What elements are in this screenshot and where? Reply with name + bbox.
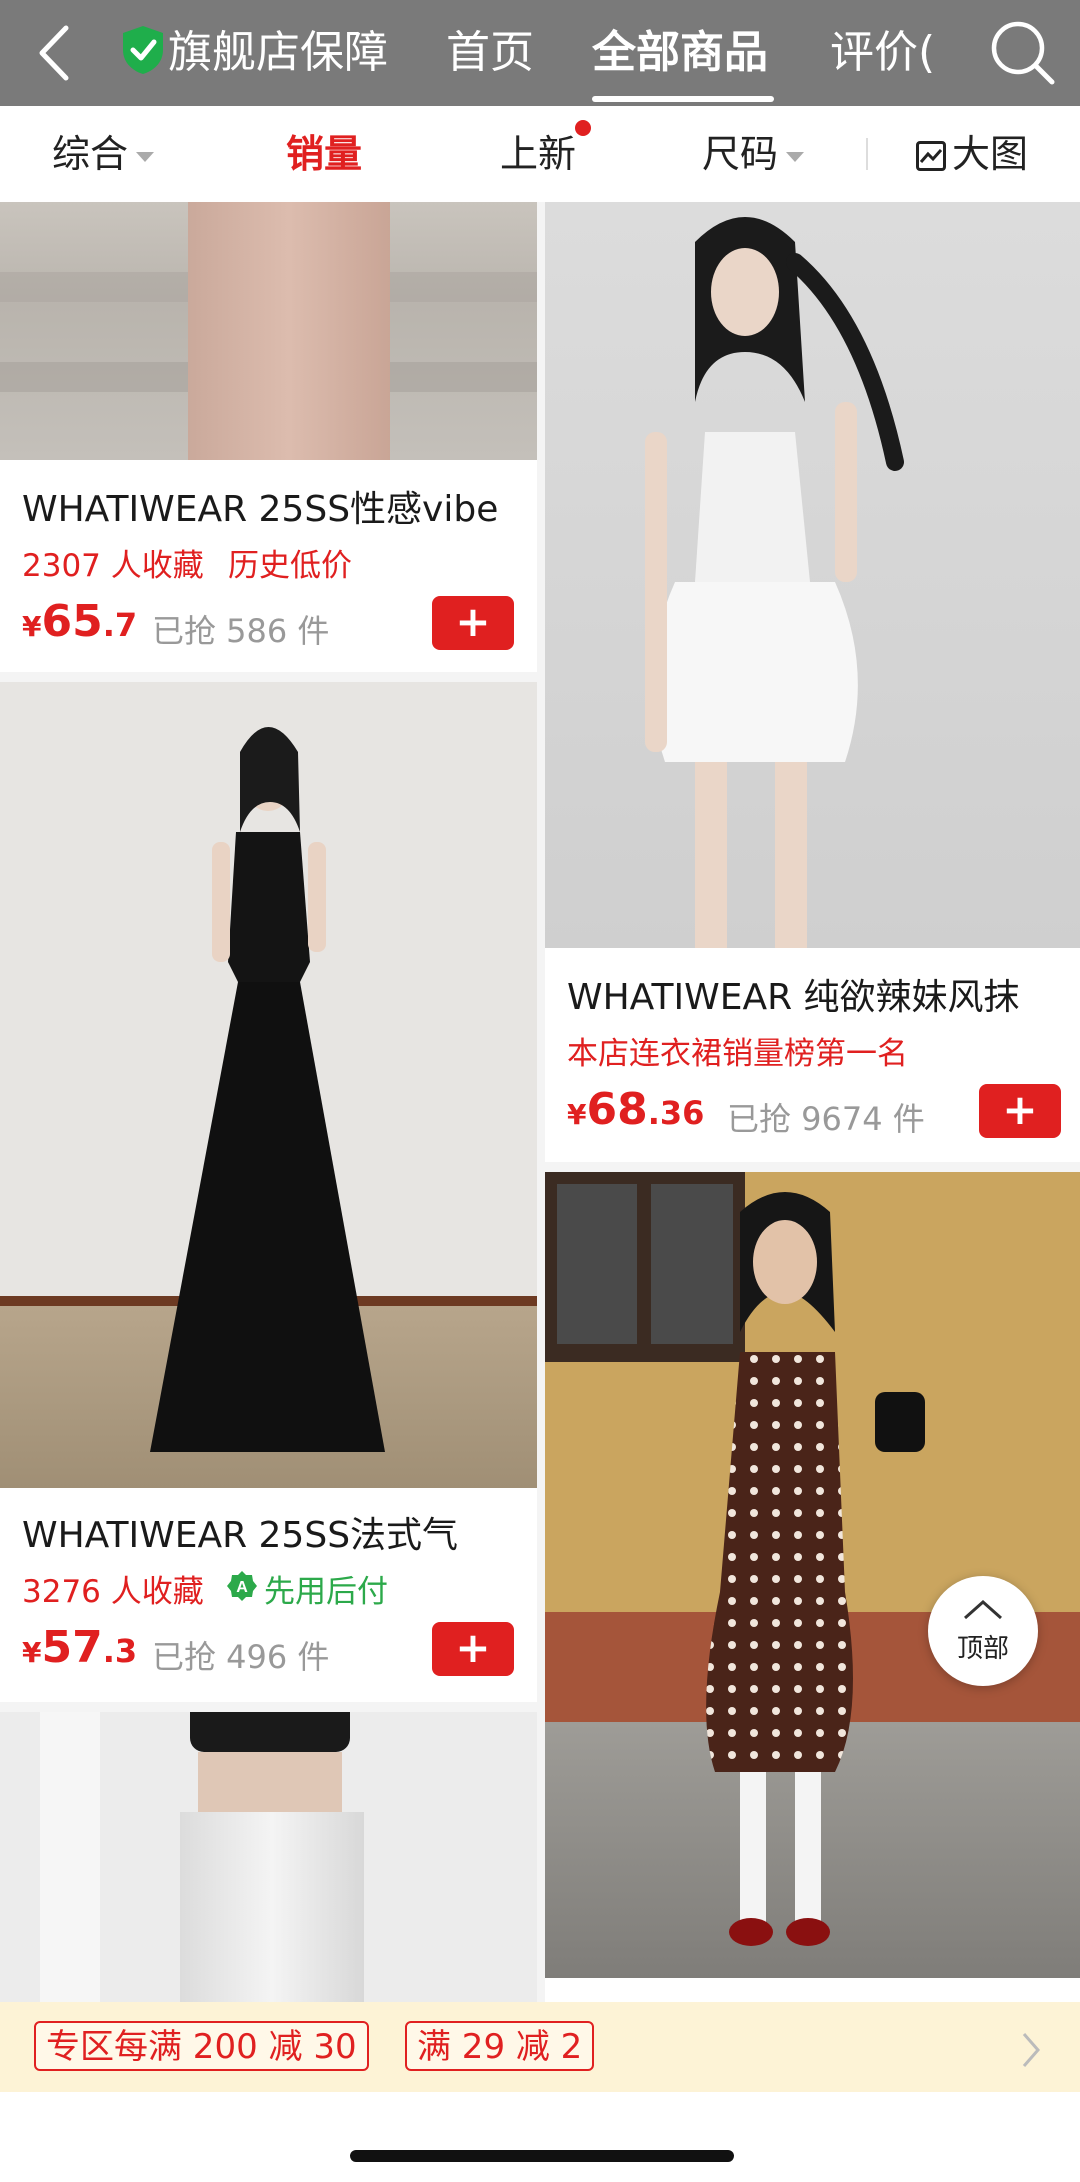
product-title[interactable]: WHATIWEAR 25SS性感vibe (22, 480, 522, 532)
product-image[interactable] (545, 202, 1080, 948)
product-image[interactable] (0, 682, 537, 1488)
back-to-top-button[interactable]: 顶部 (928, 1576, 1038, 1686)
sales-rank-tag: 本店连衣裙销量榜第一名 (567, 1036, 908, 1072)
caret-down-icon (786, 151, 805, 162)
crop-top-shape (190, 1712, 350, 1752)
price-integer: 65 (41, 596, 103, 647)
filter-comprehensive[interactable]: 综合 (52, 106, 155, 202)
filter-comprehensive-label: 综合 (52, 132, 129, 176)
tab-reviews[interactable]: 评价( (830, 0, 940, 106)
product-image[interactable] (545, 1172, 1080, 1978)
product-price: ¥68.36 (567, 1084, 704, 1135)
model-silhouette (706, 1192, 925, 1946)
product-card[interactable]: WHATIWEAR 25SS性感vibe 2307 人收藏 历史低价 ¥65.7… (0, 202, 537, 672)
active-tab-indicator (592, 96, 774, 102)
model-silhouette (150, 727, 385, 1452)
tab-home[interactable]: 首页 (446, 0, 534, 106)
product-card[interactable] (0, 1712, 537, 2002)
chevron-up-icon (964, 1600, 1002, 1620)
pay-later-tag: 先用后付 (264, 1574, 388, 1610)
currency-symbol: ¥ (22, 1636, 42, 1669)
wall-panel (40, 1712, 100, 2002)
big-image-toggle[interactable]: 大图 (916, 106, 1028, 202)
add-to-cart-button[interactable]: + (432, 596, 514, 650)
filter-new-arrivals[interactable]: 上新 (500, 106, 576, 202)
price-decimal: .7 (102, 606, 138, 644)
add-to-cart-button[interactable]: + (432, 1622, 514, 1676)
lace-skirt-shape (180, 1812, 364, 2002)
home-indicator[interactable] (350, 2150, 734, 2162)
back-arrow-icon[interactable] (20, 18, 90, 88)
promo-tag-min-discount: 满 29 减 2 (405, 2021, 595, 2071)
model-silhouette (645, 217, 904, 948)
add-to-cart-button[interactable]: + (979, 1084, 1061, 1138)
product-price: ¥57.3 (22, 1622, 137, 1673)
flagship-guarantee-label[interactable]: 旗舰店保障 (168, 0, 388, 106)
caret-down-icon (136, 151, 155, 162)
pay-later-icon: A (227, 1571, 257, 1601)
bottom-safe-area (0, 2092, 1080, 2182)
lowest-price-tag: 历史低价 (228, 548, 352, 584)
favorites-count: 3276 人收藏 (22, 1574, 204, 1610)
waist-skin (198, 1752, 342, 1812)
product-image[interactable] (0, 202, 537, 460)
price-integer: 68 (586, 1084, 648, 1135)
filter-size-label: 尺码 (702, 132, 779, 176)
product-title[interactable]: WHATIWEAR 纯欲辣妹风抹 (567, 968, 1067, 1020)
tab-all-products[interactable]: 全部商品 (592, 0, 768, 106)
shield-check-icon (123, 26, 163, 74)
filter-sales[interactable]: 销量 (286, 106, 362, 202)
favorites-count: 2307 人收藏 (22, 548, 204, 584)
new-badge-dot (575, 120, 591, 136)
search-icon[interactable] (984, 14, 1060, 90)
filter-divider (866, 138, 868, 170)
promo-tag-zone-discount: 专区每满 200 减 30 (34, 2021, 369, 2071)
image-view-icon (916, 141, 946, 171)
sold-count: 已抢 496 件 (152, 1638, 330, 1676)
sold-count: 已抢 9674 件 (727, 1100, 925, 1138)
back-to-top-label: 顶部 (956, 1634, 1009, 1664)
product-image[interactable] (0, 1712, 537, 2002)
chevron-right-icon[interactable] (1018, 2030, 1044, 2070)
product-card[interactable]: WHATIWEAR 25SS法式气 3276 人收藏 A 先用后付 ¥57.3 … (0, 682, 537, 1702)
price-decimal: .3 (102, 1632, 138, 1670)
price-decimal: .36 (647, 1094, 705, 1132)
dress-skirt-shape (188, 202, 390, 460)
currency-symbol: ¥ (22, 610, 42, 643)
filter-size[interactable]: 尺码 (702, 106, 805, 202)
currency-symbol: ¥ (567, 1098, 587, 1131)
product-price: ¥65.7 (22, 596, 137, 647)
svg-text:A: A (236, 1579, 248, 1596)
sold-count: 已抢 586 件 (152, 612, 330, 650)
price-integer: 57 (41, 1622, 103, 1673)
big-image-label: 大图 (952, 132, 1029, 176)
product-card[interactable]: WHATIWEAR 纯欲辣妹风抹 本店连衣裙销量榜第一名 ¥68.36 已抢 9… (545, 202, 1080, 1162)
product-title[interactable]: WHATIWEAR 25SS法式气 (22, 1506, 522, 1558)
